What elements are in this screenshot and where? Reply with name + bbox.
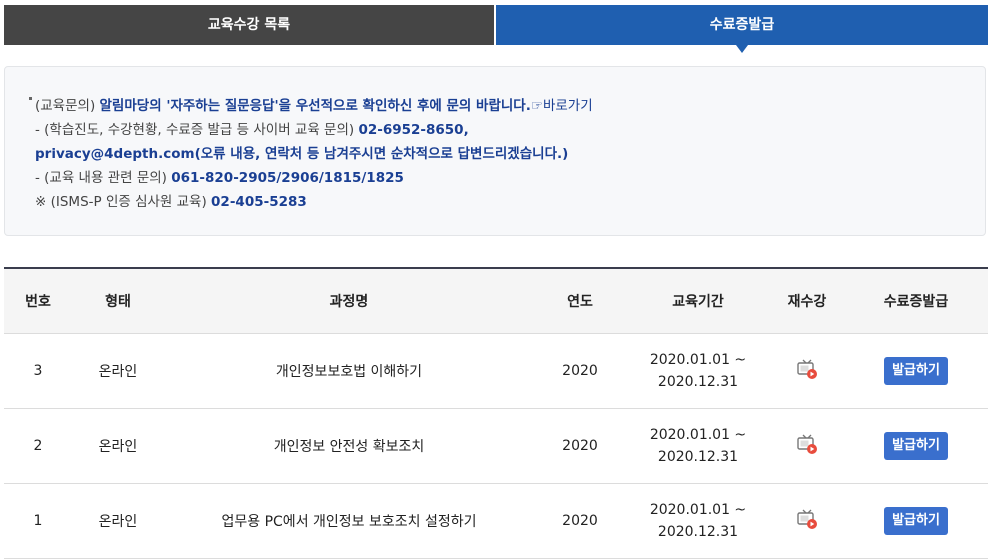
- header-number: 번호: [4, 268, 72, 334]
- tv-play-icon[interactable]: [796, 433, 818, 455]
- table-row: 3 온라인 개인정보보호법 이해하기 2020 2020.01.01 ~ 202…: [4, 333, 988, 409]
- contact-notice: (교육문의) 알림마당의 '자주하는 질문응답'을 우선적으로 확인하신 후에 …: [4, 66, 986, 236]
- tab-course-list[interactable]: 교육수강 목록: [4, 5, 494, 45]
- period-start: 2020.01.01 ~: [649, 427, 747, 443]
- tab-certificate-label: 수료증발급: [709, 17, 775, 33]
- row-number: 2: [4, 408, 72, 484]
- header-certificate: 수료증발급: [844, 268, 988, 334]
- row-course: 개인정보 안전성 확보조치: [164, 408, 534, 484]
- row-period: 2020.01.01 ~ 2020.12.31: [626, 333, 770, 409]
- row-certificate: 발급하기: [844, 333, 988, 409]
- cyber-inquiry-phone: 02-6952-8650,: [358, 122, 469, 138]
- row-year: 2020: [534, 408, 626, 484]
- isms-inquiry-label: ※ (ISMS-P 인증 심사원 교육): [35, 194, 207, 210]
- notice-label: (교육문의): [35, 98, 96, 114]
- period-end: 2020.12.31: [657, 524, 739, 540]
- tab-certificate[interactable]: 수료증발급: [496, 5, 988, 53]
- row-retake: [770, 408, 844, 484]
- row-period: 2020.01.01 ~ 2020.12.31: [626, 483, 770, 559]
- row-period: 2020.01.01 ~ 2020.12.31: [626, 408, 770, 484]
- row-certificate: 발급하기: [844, 483, 988, 559]
- cyber-inquiry-label: - (학습진도, 수강현황, 수료증 발급 등 사이버 교육 문의): [35, 122, 355, 138]
- header-retake: 재수강: [770, 268, 844, 334]
- row-year: 2020: [534, 333, 626, 409]
- isms-inquiry-phone: 02-405-5283: [211, 194, 307, 210]
- certificate-table: 번호 형태 과정명 연도 교육기간 재수강 수료증발급 3 온라인 개인정보보호…: [4, 267, 988, 559]
- row-retake: [770, 333, 844, 409]
- notice-line-4: - (교육 내용 관련 문의) 061-820-2905/2906/1815/1…: [35, 166, 404, 186]
- period-end: 2020.12.31: [657, 374, 739, 390]
- issue-certificate-button[interactable]: 발급하기: [884, 432, 948, 460]
- table-row: 1 온라인 업무용 PC에서 개인정보 보호조치 설정하기 2020 2020.…: [4, 483, 988, 559]
- row-retake: [770, 483, 844, 559]
- period-start: 2020.01.01 ~: [649, 502, 747, 518]
- notice-line-3: privacy@4depth.com(오류 내용, 연락처 등 남겨주시면 순차…: [35, 142, 568, 162]
- notice-line-1: (교육문의) 알림마당의 '자주하는 질문응답'을 우선적으로 확인하신 후에 …: [35, 94, 593, 114]
- issue-certificate-button[interactable]: 발급하기: [884, 357, 948, 385]
- header-course: 과정명: [164, 268, 534, 334]
- header-period: 교육기간: [626, 268, 770, 334]
- header-year: 연도: [534, 268, 626, 334]
- table-header-row: 번호 형태 과정명 연도 교육기간 재수강 수료증발급: [4, 268, 988, 334]
- content-inquiry-label: - (교육 내용 관련 문의): [35, 170, 167, 186]
- bullet-dot: [29, 97, 32, 100]
- row-number: 1: [4, 483, 72, 559]
- period-start: 2020.01.01 ~: [649, 352, 747, 368]
- notice-line-2: - (학습진도, 수강현황, 수료증 발급 등 사이버 교육 문의) 02-69…: [35, 118, 469, 138]
- faq-notice-text: 알림마당의 '자주하는 질문응답'을 우선적으로 확인하신 후에 문의 바랍니다…: [99, 98, 531, 114]
- content-inquiry-phone: 061-820-2905/2906/1815/1825: [171, 170, 404, 186]
- row-type: 온라인: [72, 483, 164, 559]
- notice-line-5: ※ (ISMS-P 인증 심사원 교육) 02-405-5283: [35, 190, 307, 210]
- row-type: 온라인: [72, 408, 164, 484]
- faq-shortcut-link[interactable]: ☞바로가기: [531, 98, 593, 114]
- tab-bar: 교육수강 목록 수료증발급: [4, 5, 988, 53]
- active-tab-caret: [736, 45, 748, 53]
- header-type: 형태: [72, 268, 164, 334]
- table-row: 2 온라인 개인정보 안전성 확보조치 2020 2020.01.01 ~ 20…: [4, 408, 988, 484]
- issue-certificate-button[interactable]: 발급하기: [884, 507, 948, 535]
- period-end: 2020.12.31: [657, 449, 739, 465]
- row-certificate: 발급하기: [844, 408, 988, 484]
- tv-play-icon[interactable]: [796, 508, 818, 530]
- cyber-inquiry-email: privacy@4depth.com(오류 내용, 연락처 등 남겨주시면 순차…: [35, 146, 569, 162]
- row-number: 3: [4, 333, 72, 409]
- tv-play-icon[interactable]: [796, 358, 818, 380]
- row-course: 개인정보보호법 이해하기: [164, 333, 534, 409]
- row-year: 2020: [534, 483, 626, 559]
- row-type: 온라인: [72, 333, 164, 409]
- row-course: 업무용 PC에서 개인정보 보호조치 설정하기: [164, 483, 534, 559]
